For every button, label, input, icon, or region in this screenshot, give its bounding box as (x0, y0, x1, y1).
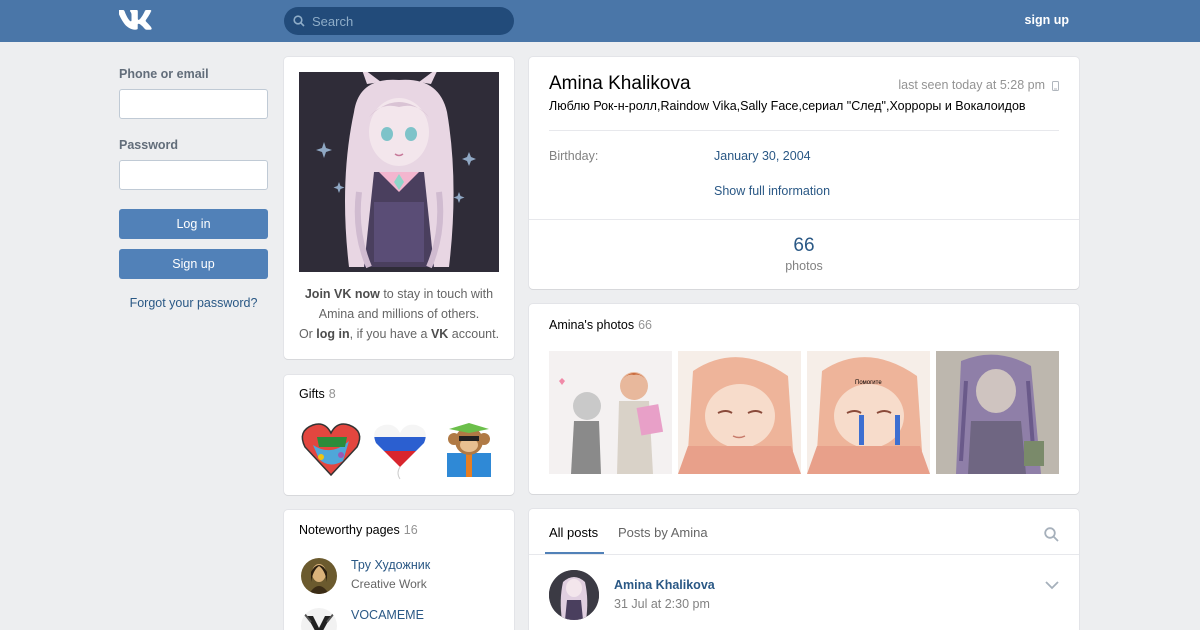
search-input[interactable] (312, 7, 507, 35)
mobile-phone-icon (1052, 81, 1059, 91)
chevron-down-icon[interactable] (1045, 581, 1059, 590)
post-date[interactable]: 31 Jul at 2:30 pm (614, 597, 710, 611)
anime-couple-photo-icon (549, 351, 672, 474)
divider (529, 554, 1079, 555)
avatar[interactable] (301, 558, 337, 594)
avatar[interactable] (549, 570, 599, 620)
anime-girl-crying-photo-icon: Помогите (807, 351, 930, 474)
russian-flag-heart-balloon-icon[interactable] (368, 417, 432, 481)
photos-counter-label: photos (785, 259, 823, 273)
login-button[interactable]: Log in (119, 209, 268, 239)
phone-email-field[interactable] (119, 89, 268, 119)
anime-girl-avatar-icon (549, 570, 599, 620)
tab-all-posts[interactable]: All posts (549, 525, 598, 540)
tab-posts-by-amina[interactable]: Posts by Amina (618, 525, 708, 540)
password-field[interactable] (119, 160, 268, 190)
photos-counter[interactable]: 66 photos (769, 235, 839, 273)
login-form: Phone or email Password Log in Sign up F… (119, 67, 268, 310)
search-icon[interactable] (1044, 527, 1059, 542)
header-signup-link[interactable]: sign up (1025, 13, 1069, 27)
photos-card: Amina's photos 66 Помогите (529, 304, 1079, 494)
birthday-value[interactable]: January 30, 2004 (714, 149, 811, 163)
gifts-card[interactable]: Gifts 8 (284, 375, 514, 495)
birthday-label: Birthday: (549, 149, 599, 163)
profile-info-card: Amina Khalikova last seen today at 5:28 … (529, 57, 1079, 289)
purple-hair-drawing-photo-icon (936, 351, 1059, 474)
page-name[interactable]: Тру Художник (351, 558, 430, 572)
page-name[interactable]: VOCAMEME (351, 608, 424, 622)
last-seen-status: last seen today at 5:28 pm (898, 78, 1045, 92)
list-item[interactable]: VOCAMEME (299, 608, 499, 630)
top-header: sign up (0, 0, 1200, 42)
photo-thumbnail[interactable] (936, 351, 1059, 474)
search-icon (293, 15, 305, 27)
search-box[interactable] (284, 7, 514, 35)
join-vk-link[interactable]: Join VK now (305, 287, 380, 301)
list-item[interactable]: Тру Художник Creative Work (299, 558, 499, 598)
post-author[interactable]: Amina Khalikova (614, 578, 715, 592)
posts-card: All posts Posts by Amina Amina Khalikova… (529, 509, 1079, 630)
monkey-gift-box-icon[interactable] (437, 417, 501, 481)
profile-status: Люблю Рок-н-ролл,Raindow Vika,Sally Face… (549, 99, 1026, 113)
noteworthy-pages-card: Noteworthy pages 16 Тру Художник Creative… (284, 510, 514, 630)
anime-girl-avatar-icon (299, 72, 499, 272)
phone-label: Phone or email (119, 67, 209, 81)
join-prompt: Join VK now to stay in touch with Amina … (294, 284, 504, 344)
noteworthy-title[interactable]: Noteworthy pages 16 (299, 523, 418, 537)
gifts-title[interactable]: Gifts 8 (299, 387, 336, 401)
gifts-title-text: Gifts (299, 387, 325, 401)
or-text: Or (298, 327, 317, 341)
photo-thumbnail[interactable] (549, 351, 672, 474)
photos-title-text: Amina's photos (549, 318, 635, 332)
profile-name: Amina Khalikova (549, 73, 691, 94)
photo-thumbnail[interactable]: Помогите (807, 351, 930, 474)
noteworthy-count: 16 (403, 523, 418, 537)
divider (549, 130, 1059, 131)
avatar-card: Join VK now to stay in touch with Amina … (284, 57, 514, 359)
signup-button[interactable]: Sign up (119, 249, 268, 279)
anime-girl-sketch-photo-icon (678, 351, 801, 474)
vocameme-avatar-icon (301, 608, 337, 630)
inline-login-link[interactable]: log in (316, 327, 349, 341)
photos-counter-number: 66 (793, 235, 815, 256)
photo-thumbnail[interactable] (678, 351, 801, 474)
heart-gift-icon[interactable] (299, 417, 363, 481)
photo-caption: Помогите (855, 380, 882, 386)
if-have-text: , if you have a (349, 327, 431, 341)
show-full-info-link[interactable]: Show full information (714, 184, 830, 198)
gifts-count: 8 (328, 387, 336, 401)
forgot-password-link[interactable]: Forgot your password? (119, 296, 268, 310)
avatar[interactable] (301, 608, 337, 630)
account-text: account. (448, 327, 500, 341)
password-label: Password (119, 138, 179, 152)
divider (529, 219, 1079, 220)
page-category: Creative Work (351, 577, 427, 591)
vk-word: VK (430, 327, 449, 341)
photos-title[interactable]: Amina's photos 66 (549, 318, 652, 332)
noteworthy-title-text: Noteworthy pages (299, 523, 400, 537)
photos-count: 66 (638, 318, 652, 332)
vk-logo-icon[interactable] (119, 10, 152, 31)
mona-lisa-avatar-icon (301, 558, 337, 594)
profile-avatar[interactable] (299, 72, 499, 272)
